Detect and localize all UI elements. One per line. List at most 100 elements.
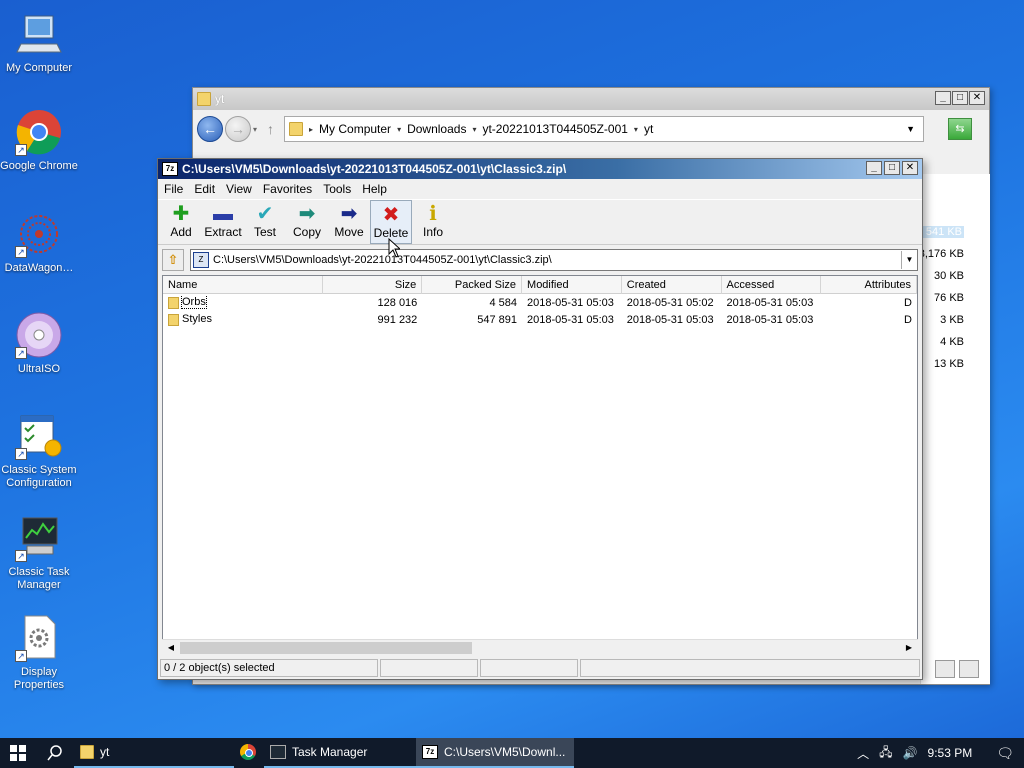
maximize-button[interactable]: □: [952, 91, 968, 105]
sevenzip-window[interactable]: 7z C:\Users\VM5\Downloads\yt-20221013T04…: [157, 158, 923, 680]
copy-button[interactable]: ➡ Copy: [286, 200, 328, 244]
volume-icon[interactable]: 🔊: [903, 746, 918, 760]
taskbar-item-label: yt: [100, 745, 110, 759]
task-manager-icon: ↗: [15, 514, 63, 562]
shortcut-arrow-icon: ↗: [15, 650, 27, 662]
minimize-button[interactable]: _: [935, 91, 951, 105]
network-icon[interactable]: 🖧: [879, 743, 892, 764]
row-accessed: 2018-05-31 05:03: [726, 313, 814, 326]
chevron-down-icon[interactable]: ▼: [901, 251, 917, 269]
taskbar-item-chrome[interactable]: [234, 738, 264, 768]
scroll-left-icon[interactable]: ◀: [164, 641, 178, 655]
scrollbar-thumb[interactable]: [180, 642, 472, 654]
status-panel: [480, 659, 578, 677]
row-name[interactable]: Orbs: [181, 296, 207, 309]
column-header-created[interactable]: Created: [622, 276, 722, 294]
taskbar-item-sevenzip[interactable]: 7z C:\Users\VM5\Downl...: [416, 738, 574, 768]
extract-button[interactable]: ▬ Extract: [202, 200, 244, 244]
search-icon[interactable]: [36, 738, 74, 768]
computer-icon: [15, 10, 63, 58]
column-header-attributes[interactable]: Attributes: [821, 276, 917, 294]
explorer-file-list[interactable]: 541 KB 3,176 KB 30 KB 76 KB 3 KB 4 KB 13…: [904, 174, 990, 684]
history-dropdown-icon[interactable]: ▾: [253, 125, 257, 134]
path-combobox[interactable]: Z C:\Users\VM5\Downloads\yt-20221013T044…: [190, 249, 918, 271]
row-attributes: D: [904, 296, 912, 309]
desktop-icon-datawagon[interactable]: ↗ DataWagon…: [0, 210, 78, 275]
refresh-icon[interactable]: ⇆: [948, 118, 973, 140]
menu-help[interactable]: Help: [362, 182, 387, 196]
desktop-icon-classic-task-manager[interactable]: ↗ Classic Task Manager: [0, 514, 78, 592]
menu-edit[interactable]: Edit: [194, 182, 215, 196]
chevron-up-icon[interactable]: ︿: [857, 745, 869, 762]
plus-icon: ✚: [172, 203, 190, 225]
desktop-icon-google-chrome[interactable]: ↗ Google Chrome: [0, 108, 78, 173]
breadcrumb-item[interactable]: yt-20221013T044505Z-001: [482, 122, 627, 136]
desktop-icon-my-computer[interactable]: My Computer: [0, 10, 78, 75]
preview-view-icon[interactable]: [959, 660, 979, 678]
row-packed-size: 4 584: [489, 296, 518, 309]
forward-arrow-icon[interactable]: →: [225, 116, 251, 142]
desktop-icon-label: Classic System Configuration: [1, 464, 77, 489]
address-dropdown-icon[interactable]: ▼: [906, 124, 915, 134]
details-view-icon[interactable]: [935, 660, 955, 678]
sevenzip-titlebar[interactable]: 7z C:\Users\VM5\Downloads\yt-20221013T04…: [158, 159, 922, 179]
move-button[interactable]: ➡ Move: [328, 200, 370, 244]
column-header-size[interactable]: Size: [323, 276, 423, 294]
desktop-icon-classic-system-configuration[interactable]: ↗ Classic System Configuration: [0, 412, 78, 490]
close-button[interactable]: ✕: [969, 91, 985, 105]
notification-icon[interactable]: 🗨: [996, 745, 1014, 762]
table-row[interactable]: Orbs 128 016 4 584 2018-05-31 05:03 2018…: [163, 294, 917, 311]
column-header-packed-size[interactable]: Packed Size: [422, 276, 523, 294]
explorer-navbar: ← → ▾ ↑ ▸ My Computer ▾ Downloads ▾ yt-2…: [197, 112, 987, 146]
mouse-cursor-icon: [388, 238, 400, 258]
status-panel: [380, 659, 478, 677]
desktop-icon-ultraiso[interactable]: ↗ UltraISO: [0, 311, 78, 376]
menu-view[interactable]: View: [226, 182, 252, 196]
toolbar: ✚ Add ▬ Extract ✔ Test ➡ Copy ➡ Move ✖ D…: [158, 199, 922, 245]
taskbar-item-label: C:\Users\VM5\Downl...: [444, 745, 566, 759]
breadcrumb-item[interactable]: yt: [644, 122, 653, 136]
taskbar-item-yt[interactable]: yt: [74, 738, 234, 768]
breadcrumb-separator-icon[interactable]: ▾: [397, 125, 401, 134]
menu-tools[interactable]: Tools: [323, 182, 351, 196]
file-list[interactable]: Name Size Packed Size Modified Created A…: [162, 275, 918, 655]
folder-up-icon[interactable]: ⇧: [162, 249, 184, 271]
menu-file[interactable]: File: [164, 182, 183, 196]
back-arrow-icon[interactable]: ←: [197, 116, 223, 142]
folder-icon: [197, 92, 211, 106]
row-name[interactable]: Styles: [182, 313, 212, 325]
horizontal-scrollbar[interactable]: ◀ ▶: [162, 639, 918, 655]
add-button[interactable]: ✚ Add: [160, 200, 202, 244]
table-row[interactable]: Styles 991 232 547 891 2018-05-31 05:03 …: [163, 311, 917, 328]
menu-favorites[interactable]: Favorites: [263, 182, 312, 196]
folder-icon: [289, 122, 304, 136]
info-button[interactable]: ℹ Info: [412, 200, 454, 244]
breadcrumb-separator-icon[interactable]: ▾: [472, 125, 476, 134]
windows-start-icon[interactable]: [0, 738, 36, 768]
desktop-icon-label: Classic Task Manager: [8, 566, 70, 591]
close-button[interactable]: ✕: [902, 161, 918, 175]
column-header-accessed[interactable]: Accessed: [722, 276, 822, 294]
info-button-label: Info: [422, 225, 443, 239]
column-headers: Name Size Packed Size Modified Created A…: [163, 276, 917, 294]
breadcrumb-separator-icon[interactable]: ▾: [634, 125, 638, 134]
up-arrow-icon[interactable]: ↑: [267, 121, 274, 137]
maximize-button[interactable]: □: [884, 161, 900, 175]
folder-icon: [168, 313, 179, 326]
breadcrumb-item[interactable]: My Computer: [319, 122, 391, 136]
address-bar[interactable]: ▸ My Computer ▾ Downloads ▾ yt-20221013T…: [284, 116, 925, 142]
explorer-title: yt: [215, 92, 225, 106]
scroll-right-icon[interactable]: ▶: [902, 641, 916, 655]
explorer-titlebar[interactable]: yt _ □ ✕: [193, 88, 989, 110]
taskbar-item-task-manager[interactable]: Task Manager: [264, 738, 416, 768]
test-button[interactable]: ✔ Test: [244, 200, 286, 244]
column-header-name[interactable]: Name: [163, 276, 323, 294]
minimize-button[interactable]: _: [866, 161, 882, 175]
column-header-modified[interactable]: Modified: [522, 276, 622, 294]
desktop-icon-display-properties[interactable]: ↗ Display Properties: [0, 614, 78, 692]
row-modified: 2018-05-31 05:03: [527, 296, 614, 309]
breadcrumb-item[interactable]: Downloads: [407, 122, 466, 136]
shortcut-arrow-icon: ↗: [15, 246, 27, 258]
clock[interactable]: 9:53 PM: [928, 746, 973, 760]
shortcut-arrow-icon: ↗: [15, 550, 27, 562]
